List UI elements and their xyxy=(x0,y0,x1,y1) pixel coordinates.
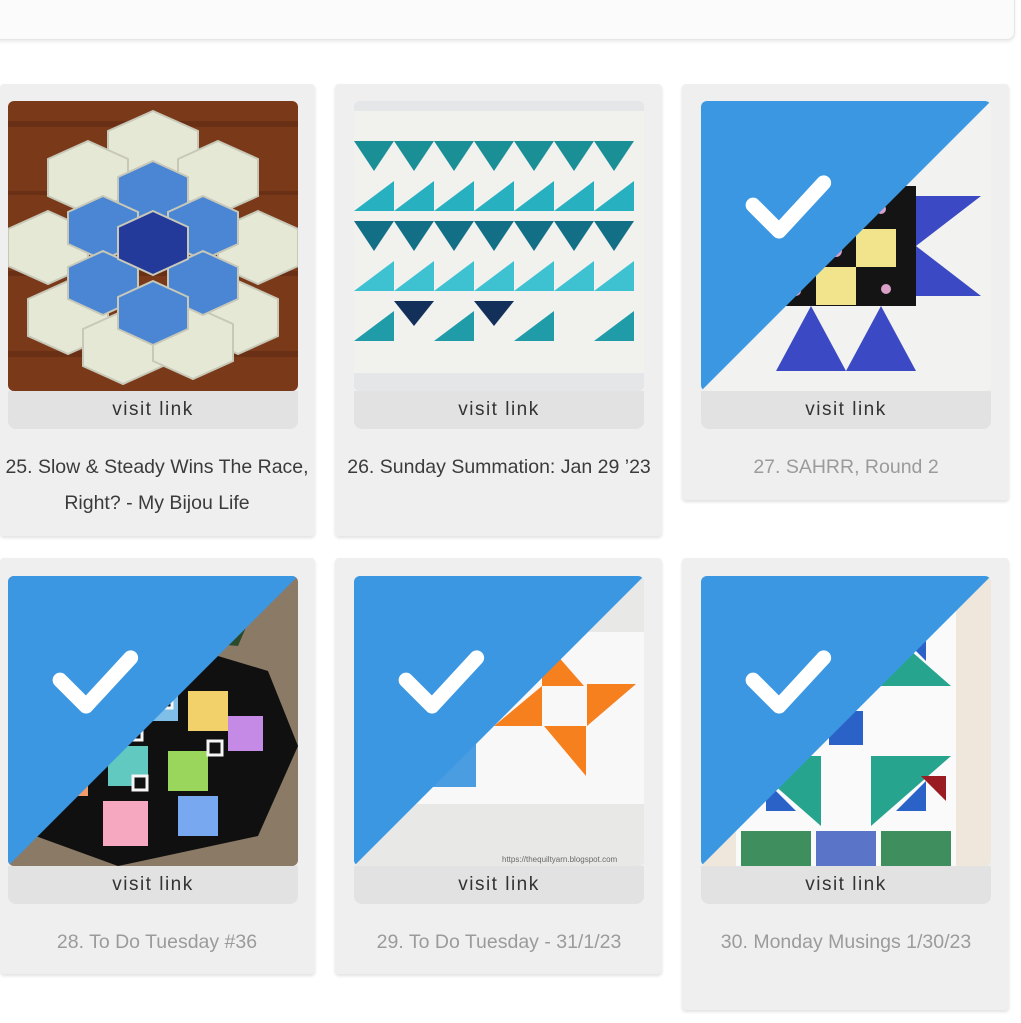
link-title[interactable]: 27. SAHRR, Round 2 xyxy=(693,449,999,485)
link-card-30: visit link 30. Monday Musings 1/30/23 xyxy=(682,558,1009,1010)
link-card-27: visit link 27. SAHRR, Round 2 xyxy=(682,84,1009,500)
link-card-25: visit link 25. Slow & Steady Wins The Ra… xyxy=(0,84,315,536)
thumbnail-30[interactable] xyxy=(701,576,991,866)
link-card-28: visit link 28. To Do Tuesday #36 xyxy=(0,558,315,974)
visit-link-button[interactable]: visit link xyxy=(8,866,298,904)
visited-check-icon xyxy=(701,576,991,866)
visited-check-icon xyxy=(8,576,298,866)
link-card-29: https://thequiltyarn.blogspot.com visit … xyxy=(335,558,662,974)
link-title[interactable]: 29. To Do Tuesday - 31/1/23 xyxy=(346,924,652,960)
top-bar xyxy=(0,0,1015,40)
link-title[interactable]: 28. To Do Tuesday #36 xyxy=(4,924,310,960)
link-title[interactable]: 26. Sunday Summation: Jan 29 ’23 xyxy=(346,449,652,485)
link-card-26: visit link 26. Sunday Summation: Jan 29 … xyxy=(335,84,662,536)
thumbnail-26[interactable] xyxy=(354,101,644,391)
thumbnail-29[interactable]: https://thequiltyarn.blogspot.com xyxy=(354,576,644,866)
thumbnail-25[interactable] xyxy=(8,101,298,391)
visited-check-icon xyxy=(354,576,644,866)
visited-check-icon xyxy=(701,101,991,391)
visit-link-button[interactable]: visit link xyxy=(8,391,298,429)
link-title[interactable]: 30. Monday Musings 1/30/23 xyxy=(693,924,999,960)
link-title[interactable]: 25. Slow & Steady Wins The Race, Right? … xyxy=(4,449,310,521)
thumbnail-28[interactable] xyxy=(8,576,298,866)
flying-geese-quilt-image xyxy=(354,101,644,391)
visit-link-button[interactable]: visit link xyxy=(354,866,644,904)
visit-link-button[interactable]: visit link xyxy=(354,391,644,429)
hexagon-quilt-image xyxy=(8,101,298,391)
visit-link-button[interactable]: visit link xyxy=(701,391,991,429)
thumbnail-27[interactable] xyxy=(701,101,991,391)
visit-link-button[interactable]: visit link xyxy=(701,866,991,904)
